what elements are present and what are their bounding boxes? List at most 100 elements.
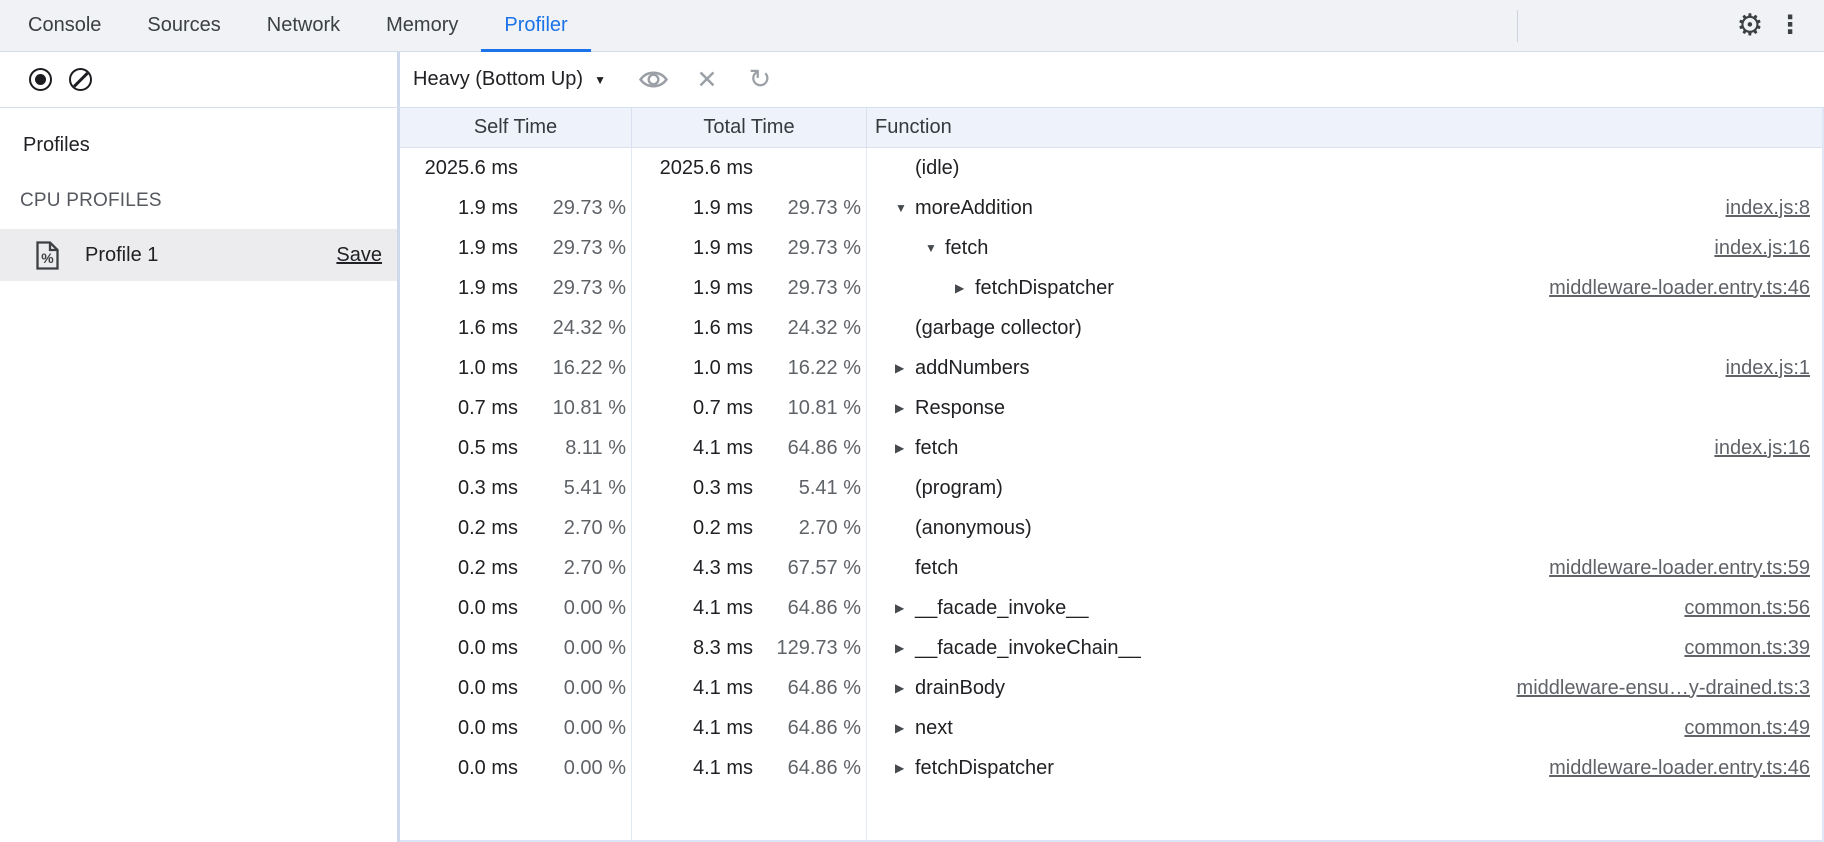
save-profile-link[interactable]: Save xyxy=(336,244,382,267)
table-row[interactable]: 0.0 ms0.00 %4.1 ms64.86 %▶__facade_invok… xyxy=(400,588,1822,628)
time-percent-value: 64.86 % xyxy=(753,677,861,700)
restore-functions-button[interactable]: ↻ xyxy=(740,60,780,100)
profiler-content: Profiles CPU PROFILES % Profile 1 Save S… xyxy=(0,108,1824,842)
table-row[interactable]: 0.2 ms2.70 %4.3 ms67.57 %fetchmiddleware… xyxy=(400,548,1822,588)
source-location-link[interactable]: common.ts:56 xyxy=(1684,597,1810,620)
source-location-link[interactable]: middleware-loader.entry.ts:46 xyxy=(1549,277,1810,300)
settings-button[interactable]: ⚙ xyxy=(1730,6,1770,46)
column-header-self-time[interactable]: Self Time xyxy=(400,108,632,147)
chevron-collapsed-icon[interactable]: ▶ xyxy=(955,281,970,295)
function-cell: ▶__facade_invokeChain__common.ts:39 xyxy=(867,628,1822,668)
table-row[interactable]: 2025.6 ms2025.6 ms(idle) xyxy=(400,148,1822,188)
table-row[interactable]: 0.0 ms0.00 %4.1 ms64.86 %▶nextcommon.ts:… xyxy=(400,708,1822,748)
table-row[interactable]: 1.6 ms24.32 %1.6 ms24.32 %(garbage colle… xyxy=(400,308,1822,348)
tree-indent xyxy=(867,688,895,689)
function-name: Response xyxy=(915,397,1005,420)
total-time-cell: 1.6 ms24.32 % xyxy=(632,308,867,348)
chevron-collapsed-icon[interactable]: ▶ xyxy=(895,721,910,735)
tree-indent xyxy=(867,288,955,289)
source-location-link[interactable]: index.js:8 xyxy=(1726,197,1811,220)
table-row[interactable]: 0.2 ms2.70 %0.2 ms2.70 %(anonymous) xyxy=(400,508,1822,548)
time-ms-value: 0.5 ms xyxy=(400,437,518,460)
time-ms-value: 1.6 ms xyxy=(400,317,518,340)
self-time-cell: 0.0 ms0.00 % xyxy=(400,668,632,708)
chevron-collapsed-icon[interactable]: ▶ xyxy=(895,681,910,695)
total-time-cell: 1.9 ms29.73 % xyxy=(632,228,867,268)
focus-function-button[interactable] xyxy=(634,60,674,100)
tree-indent xyxy=(867,448,895,449)
table-row[interactable]: 0.0 ms0.00 %4.1 ms64.86 %▶fetchDispatche… xyxy=(400,748,1822,788)
svg-text:%: % xyxy=(41,250,54,266)
chevron-collapsed-icon[interactable]: ▶ xyxy=(895,441,910,455)
chevron-collapsed-icon[interactable]: ▶ xyxy=(895,361,910,375)
table-row[interactable]: 1.9 ms29.73 %1.9 ms29.73 %▼fetchindex.js… xyxy=(400,228,1822,268)
total-time-cell: 4.1 ms64.86 % xyxy=(632,708,867,748)
table-row[interactable]: 0.0 ms0.00 %4.1 ms64.86 %▶drainBodymiddl… xyxy=(400,668,1822,708)
self-time-cell: 0.5 ms8.11 % xyxy=(400,428,632,468)
source-location-link[interactable]: middleware-loader.entry.ts:59 xyxy=(1549,557,1810,580)
chevron-collapsed-icon[interactable]: ▶ xyxy=(895,401,910,415)
source-location-link[interactable]: index.js:1 xyxy=(1726,357,1811,380)
total-time-cell: 1.0 ms16.22 % xyxy=(632,348,867,388)
chevron-collapsed-icon[interactable]: ▶ xyxy=(895,641,910,655)
table-row[interactable]: 1.9 ms29.73 %1.9 ms29.73 %▶fetchDispatch… xyxy=(400,268,1822,308)
chevron-expanded-icon[interactable]: ▼ xyxy=(925,241,940,255)
source-location-link[interactable]: index.js:16 xyxy=(1714,237,1810,260)
exclude-function-button[interactable]: ✕ xyxy=(687,60,727,100)
table-row[interactable]: 0.3 ms5.41 %0.3 ms5.41 %(program) xyxy=(400,468,1822,508)
chevron-collapsed-icon[interactable]: ▶ xyxy=(895,601,910,615)
time-percent-value: 29.73 % xyxy=(753,277,861,300)
total-time-cell: 4.1 ms64.86 % xyxy=(632,668,867,708)
profile-name: Profile 1 xyxy=(85,244,158,267)
time-percent-value: 2.70 % xyxy=(518,557,626,580)
table-row[interactable]: 0.5 ms8.11 %4.1 ms64.86 %▶fetchindex.js:… xyxy=(400,428,1822,468)
table-row[interactable]: 0.7 ms10.81 %0.7 ms10.81 %▶Response xyxy=(400,388,1822,428)
tree-indent xyxy=(867,368,895,369)
column-header-total-time[interactable]: Total Time xyxy=(632,108,867,147)
clear-profiles-button[interactable] xyxy=(69,68,92,91)
tab-memory[interactable]: Memory xyxy=(363,0,481,51)
time-percent-value: 16.22 % xyxy=(753,357,861,380)
record-button[interactable] xyxy=(29,68,52,91)
more-menu-button[interactable]: ⋮ xyxy=(1770,6,1810,46)
empty-function-column xyxy=(867,788,1822,842)
total-time-cell: 0.3 ms5.41 % xyxy=(632,468,867,508)
table-row[interactable]: 1.0 ms16.22 %1.0 ms16.22 %▶addNumbersind… xyxy=(400,348,1822,388)
function-name: __facade_invoke__ xyxy=(915,597,1088,620)
empty-total-column xyxy=(632,788,867,842)
tree-indent xyxy=(867,528,895,529)
table-row[interactable]: 1.9 ms29.73 %1.9 ms29.73 %▼moreAdditioni… xyxy=(400,188,1822,228)
tree-indent xyxy=(867,568,895,569)
chevron-expanded-icon[interactable]: ▼ xyxy=(895,201,910,215)
total-time-cell: 0.7 ms10.81 % xyxy=(632,388,867,428)
source-location-link[interactable]: middleware-loader.entry.ts:46 xyxy=(1549,757,1810,780)
column-header-function[interactable]: Function xyxy=(867,108,1822,147)
profiler-view-actions: ✕ ↻ xyxy=(634,60,780,100)
profile-table: Self Time Total Time Function 2025.6 ms2… xyxy=(400,108,1824,842)
table-row[interactable]: 0.0 ms0.00 %8.3 ms129.73 %▶__facade_invo… xyxy=(400,628,1822,668)
view-mode-dropdown[interactable]: Heavy (Bottom Up) ▼ xyxy=(413,68,606,91)
function-cell: ▶fetchDispatchermiddleware-loader.entry.… xyxy=(867,748,1822,788)
total-time-cell: 4.3 ms67.57 % xyxy=(632,548,867,588)
time-percent-value: 10.81 % xyxy=(518,397,626,420)
time-percent-value: 0.00 % xyxy=(518,677,626,700)
source-location-link[interactable]: index.js:16 xyxy=(1714,437,1810,460)
time-ms-value: 0.7 ms xyxy=(632,397,753,420)
total-time-cell: 0.2 ms2.70 % xyxy=(632,508,867,548)
function-cell: (anonymous) xyxy=(867,508,1822,548)
source-location-link[interactable]: common.ts:49 xyxy=(1684,717,1810,740)
chevron-collapsed-icon[interactable]: ▶ xyxy=(895,761,910,775)
tabbar-actions: ⚙ ⋮ xyxy=(1517,0,1824,51)
tree-indent xyxy=(867,648,895,649)
time-ms-value: 2025.6 ms xyxy=(400,157,518,180)
time-ms-value: 1.9 ms xyxy=(632,237,753,260)
tab-console[interactable]: Console xyxy=(5,0,124,51)
tree-indent xyxy=(867,768,895,769)
tab-profiler[interactable]: Profiler xyxy=(481,0,590,51)
source-location-link[interactable]: common.ts:39 xyxy=(1684,637,1810,660)
gear-icon: ⚙ xyxy=(1737,11,1764,41)
tab-network[interactable]: Network xyxy=(244,0,363,51)
source-location-link[interactable]: middleware-ensu…y-drained.ts:3 xyxy=(1517,677,1810,700)
tab-sources[interactable]: Sources xyxy=(124,0,243,51)
sidebar-item-profile-1[interactable]: % Profile 1 Save xyxy=(0,229,397,281)
